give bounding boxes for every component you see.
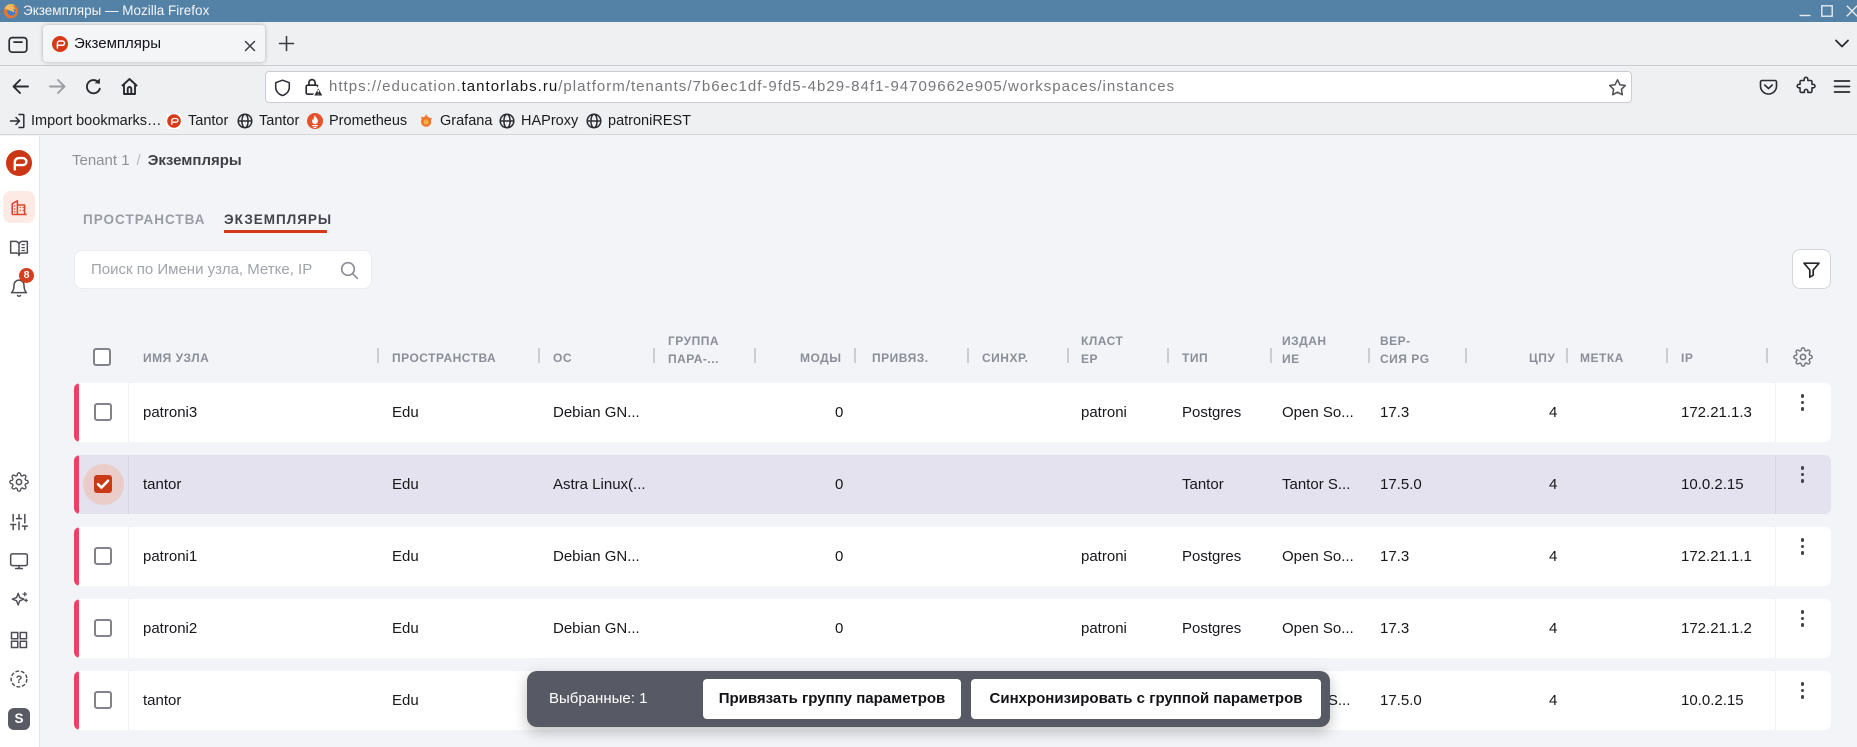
- svg-text:?: ?: [16, 674, 23, 686]
